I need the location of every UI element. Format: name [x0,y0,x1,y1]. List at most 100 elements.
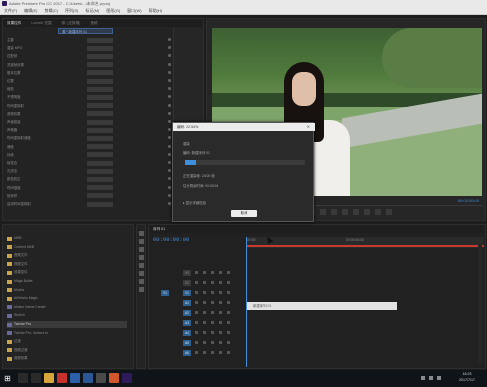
effect-property-row[interactable]: 不透明度 [7,94,171,100]
effect-property-row[interactable]: 光流法 [7,168,171,174]
app-gray-icon[interactable] [96,373,106,383]
reset-icon[interactable] [168,46,171,50]
effect-property-value[interactable] [87,78,113,84]
track-target[interactable]: A4 [183,330,191,336]
mute-icon[interactable] [211,291,214,294]
effect-property-value[interactable] [87,45,113,51]
sync-icon[interactable] [203,281,206,284]
reset-icon[interactable] [168,95,171,99]
export-frame-icon[interactable] [386,209,392,215]
track-target[interactable]: A6 [183,350,191,356]
project-tree-item[interactable]: Mocha [7,287,24,294]
solo-icon[interactable] [219,331,222,334]
mute-icon[interactable] [211,301,214,304]
effect-property-value[interactable] [87,127,113,133]
tab-sequence[interactable]: 序列 01 [153,225,165,233]
sync-icon[interactable] [203,341,206,344]
effect-property-row[interactable]: 颜色校正 [7,176,171,182]
reset-icon[interactable] [168,128,171,132]
program-timecode[interactable]: 00:00:00:00 [458,198,479,203]
lock-icon[interactable] [195,271,198,274]
step-forward-icon[interactable] [342,209,348,215]
menu-item[interactable]: 序列(S) [65,7,78,14]
track-target[interactable]: A3 [183,320,191,326]
mic-icon[interactable] [227,291,230,294]
track-target[interactable]: V3 [183,270,191,276]
effect-panel-tab[interactable]: 效果控件 [7,19,21,27]
go-to-out-icon[interactable] [353,209,359,215]
effect-property-row[interactable]: 时间重映射 [7,103,171,109]
solo-icon[interactable] [219,311,222,314]
show-details-toggle[interactable]: ▸ 显示详细信息 [183,200,206,205]
menu-item[interactable]: 剪辑(C) [44,7,58,14]
effect-property-row[interactable]: 声道音量 [7,119,171,125]
solo-icon[interactable] [219,351,222,354]
app-orange-icon[interactable] [109,373,119,383]
effect-property-row[interactable]: 基本位置 [7,70,171,76]
step-back-icon[interactable] [320,209,326,215]
word-icon[interactable] [83,373,93,383]
project-tree-item[interactable]: 视频过渡 [7,347,28,354]
menu-item[interactable]: 图形(G) [106,7,120,14]
cancel-button[interactable]: 取消 [231,210,257,217]
mute-icon[interactable] [211,341,214,344]
mic-icon[interactable] [227,301,230,304]
play-icon[interactable] [331,209,337,215]
solo-icon[interactable] [219,301,222,304]
menu-item[interactable]: 窗口(W) [127,7,141,14]
effect-property-value[interactable] [87,160,113,166]
effect-property-value[interactable] [87,111,113,117]
reset-icon[interactable] [168,193,171,197]
sync-icon[interactable] [203,351,206,354]
track-target[interactable]: A5 [183,340,191,346]
mic-icon[interactable] [227,341,230,344]
reset-icon[interactable] [168,70,171,74]
reset-icon[interactable] [168,185,171,189]
mute-icon[interactable] [211,351,214,354]
effect-property-row[interactable]: 启用时间重映射 [7,201,171,207]
windows-start-icon[interactable]: ⊞ [3,374,12,383]
reset-icon[interactable] [168,111,171,115]
effect-property-row[interactable]: 匹配帧 [7,53,171,59]
sync-icon[interactable] [203,271,206,274]
project-tree-item[interactable]: Twixtor Pro, Vectors In [7,330,48,337]
menu-item[interactable]: 标记(M) [85,7,99,14]
ime-icon[interactable] [437,376,441,380]
mic-icon[interactable] [227,281,230,284]
effect-property-row[interactable]: 关键帧设置 [7,62,171,68]
track-target[interactable]: V1 [183,290,191,296]
premiere-icon[interactable] [122,373,132,383]
project-tree-item[interactable]: 效果控件 [7,269,28,276]
reset-icon[interactable] [168,136,171,140]
project-tree-item[interactable]: MKB [7,235,21,242]
project-tree-item[interactable]: Stretch [7,312,25,319]
project-tree-item[interactable]: 音频文件 [7,252,28,259]
menu-item[interactable]: 文件(F) [4,7,17,14]
type-tool-icon[interactable] [139,287,144,292]
project-tree-item[interactable]: ArtWorks Magic [7,295,38,302]
mic-icon[interactable] [227,271,230,274]
task-view-icon[interactable] [31,373,41,383]
menu-item[interactable]: 编辑(E) [24,7,37,14]
reset-icon[interactable] [168,169,171,173]
effect-property-value[interactable] [87,185,113,191]
effect-property-row[interactable]: 帧采样 [7,193,171,199]
playhead[interactable] [246,237,247,367]
effect-property-row[interactable]: 时间重映射速度 [7,135,171,141]
lift-icon[interactable] [364,209,370,215]
mic-icon[interactable] [227,331,230,334]
effect-property-row[interactable]: 主要 [7,37,171,43]
effect-property-row[interactable]: 帧混合 [7,160,171,166]
network-icon[interactable] [421,376,425,380]
lock-icon[interactable] [195,291,198,294]
explorer-icon[interactable] [44,373,54,383]
effect-subtab[interactable]: 源 * 新建序列 01 [58,28,113,34]
effect-property-row[interactable]: 声像器 [7,127,171,133]
effect-panel-tab[interactable]: 源: (无剪辑) [62,19,81,27]
source-patch[interactable]: V1 [161,290,169,296]
sync-icon[interactable] [203,311,206,314]
app-blue-icon[interactable] [70,373,80,383]
track-select-tool-icon[interactable] [139,239,144,244]
app-red-icon[interactable] [57,373,67,383]
project-tree-item[interactable]: 视频文件 [7,261,28,268]
